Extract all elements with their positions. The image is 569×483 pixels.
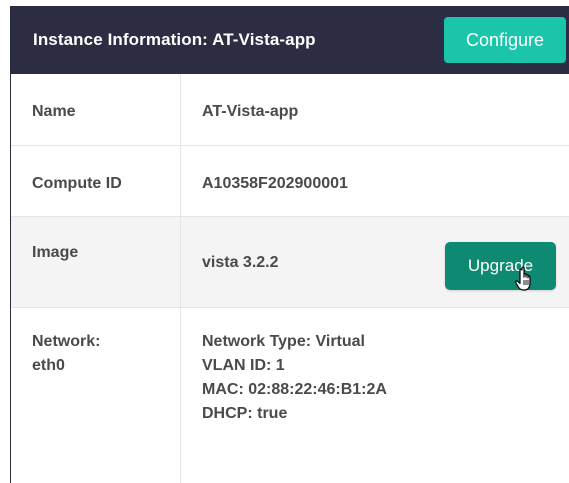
column-divider [180, 74, 181, 483]
dhcp-value: DHCP: true [202, 405, 288, 422]
name-value: AT-Vista-app [202, 103, 299, 120]
image-value: vista 3.2.2 [202, 254, 279, 271]
configure-button[interactable]: Configure [444, 17, 566, 63]
network-details: Network Type: Virtual VLAN ID: 1 MAC: 02… [202, 330, 387, 426]
instance-info-panel: Instance Information: AT-Vista-app Confi… [10, 6, 569, 483]
name-label: Name [32, 103, 76, 120]
mac-value: MAC: 02:88:22:46:B1:2A [202, 381, 387, 398]
upgrade-button[interactable]: Upgrade [445, 242, 556, 290]
vlan-id-value: VLAN ID: 1 [202, 357, 285, 374]
info-row-image: Image vista 3.2.2 Upgrade [11, 217, 569, 308]
network-label: Network: eth0 [32, 333, 101, 374]
compute-id-value: A10358F202900001 [202, 175, 348, 192]
panel-header: Instance Information: AT-Vista-app Confi… [11, 7, 569, 74]
hand-pointer-cursor-icon [515, 266, 531, 291]
network-type-value: Network Type: Virtual [202, 333, 365, 350]
info-row-name: Name AT-Vista-app [11, 74, 569, 146]
panel-title: Instance Information: AT-Vista-app [33, 30, 316, 49]
image-label: Image [32, 244, 79, 261]
info-row-network: Network: eth0 Network Type: Virtual VLAN… [11, 308, 569, 483]
info-row-compute-id: Compute ID A10358F202900001 [11, 146, 569, 217]
compute-id-label: Compute ID [32, 175, 122, 192]
